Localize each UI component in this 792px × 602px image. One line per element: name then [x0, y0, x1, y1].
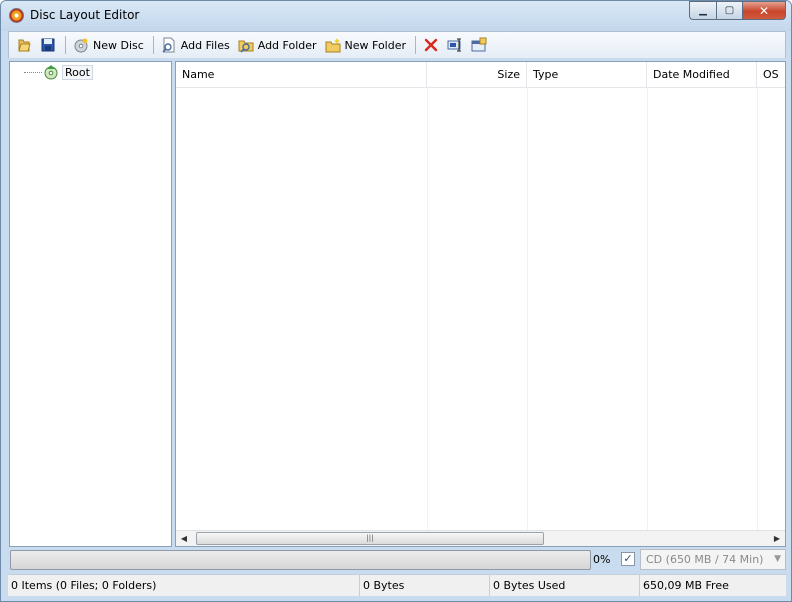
column-header-size[interactable]: Size: [427, 62, 527, 88]
maximize-button[interactable]: ▢: [716, 1, 742, 20]
delete-icon: [424, 38, 438, 52]
column-divider: [527, 88, 528, 530]
window-title: Disc Layout Editor: [30, 8, 140, 22]
delete-button[interactable]: [420, 34, 442, 56]
column-divider: [427, 88, 428, 530]
column-divider: [647, 88, 648, 530]
add-folder-button[interactable]: Add Folder: [235, 34, 320, 56]
save-icon: [41, 38, 55, 52]
column-header-row: Name Size Type Date Modified OS: [176, 62, 785, 88]
scrollbar-thumb[interactable]: |||: [196, 532, 544, 545]
status-free-space: 650,09 MB Free: [643, 579, 729, 592]
scroll-right-arrow-icon[interactable]: ▶: [769, 531, 785, 546]
save-button[interactable]: [37, 34, 59, 56]
minimize-icon: ▁: [699, 5, 707, 16]
disc-usage-progress-bar: [10, 550, 591, 570]
close-icon: ✕: [758, 3, 770, 18]
status-item-count: 0 Items (0 Files; 0 Folders): [8, 575, 360, 596]
tree-connector: [24, 72, 42, 73]
status-bytes-used: 0 Bytes Used: [490, 575, 640, 596]
file-list[interactable]: Name Size Type Date Modified OS ◀ ||| ▶: [175, 61, 786, 547]
add-folder-label: Add Folder: [257, 38, 317, 52]
toolbar-separator: [152, 36, 154, 54]
add-files-label: Add Files: [180, 38, 230, 52]
add-files-button[interactable]: Add Files: [158, 34, 233, 56]
column-header-os[interactable]: OS: [757, 62, 785, 88]
root-disc-icon: [44, 65, 58, 80]
status-bar: 0 Items (0 Files; 0 Folders) 0 Bytes 0 B…: [8, 574, 786, 596]
minimize-button[interactable]: ▁: [689, 1, 716, 20]
new-disc-button[interactable]: New Disc: [70, 34, 147, 56]
toolbar: New Disc Add Files Add Folder New Folder: [8, 31, 786, 58]
horizontal-scrollbar[interactable]: ◀ ||| ▶: [176, 530, 785, 546]
properties-icon: [471, 37, 487, 52]
column-divider: [757, 88, 758, 530]
add-files-icon: [162, 37, 175, 53]
tree-node-root[interactable]: Root: [43, 64, 93, 80]
tree-node-root-label: Root: [62, 64, 93, 80]
app-window: Disc Layout Editor ▁ ▢ ✕ New Disc Add Fi…: [0, 0, 792, 602]
new-disc-icon: [74, 38, 88, 53]
toolbar-separator: [415, 36, 417, 54]
column-header-date-modified[interactable]: Date Modified: [647, 62, 757, 88]
disc-type-select[interactable]: CD (650 MB / 74 Min) ▼: [640, 549, 786, 570]
window-controls: ▁ ▢ ✕: [689, 1, 786, 21]
new-disc-label: New Disc: [93, 38, 144, 52]
title-bar[interactable]: Disc Layout Editor ▁ ▢ ✕: [1, 1, 791, 31]
scroll-left-arrow-icon[interactable]: ◀: [176, 531, 192, 546]
rename-icon: [447, 38, 462, 52]
disc-type-checkbox[interactable]: ✓: [621, 552, 635, 566]
properties-button[interactable]: [468, 34, 490, 56]
status-total-bytes: 0 Bytes: [360, 575, 490, 596]
open-button[interactable]: [13, 34, 35, 56]
open-folder-icon: [18, 39, 31, 52]
folder-tree[interactable]: Root: [9, 61, 172, 547]
column-header-type[interactable]: Type: [527, 62, 647, 88]
column-header-name[interactable]: Name: [176, 62, 427, 88]
progress-percent: 0%: [593, 553, 611, 566]
new-folder-button[interactable]: New Folder: [322, 34, 409, 56]
app-disc-icon[interactable]: [9, 8, 24, 23]
new-folder-icon: [325, 38, 341, 53]
maximize-icon: ▢: [724, 5, 735, 16]
dropdown-arrow-icon: ▼: [774, 554, 781, 564]
disc-type-selected-value: CD (650 MB / 74 Min): [646, 553, 764, 566]
add-folder-icon: [238, 40, 254, 53]
checkmark-icon: ✓: [623, 552, 633, 565]
new-folder-label: New Folder: [344, 38, 407, 52]
close-button[interactable]: ✕: [742, 1, 786, 20]
toolbar-separator: [65, 36, 66, 54]
rename-button[interactable]: [444, 34, 466, 56]
